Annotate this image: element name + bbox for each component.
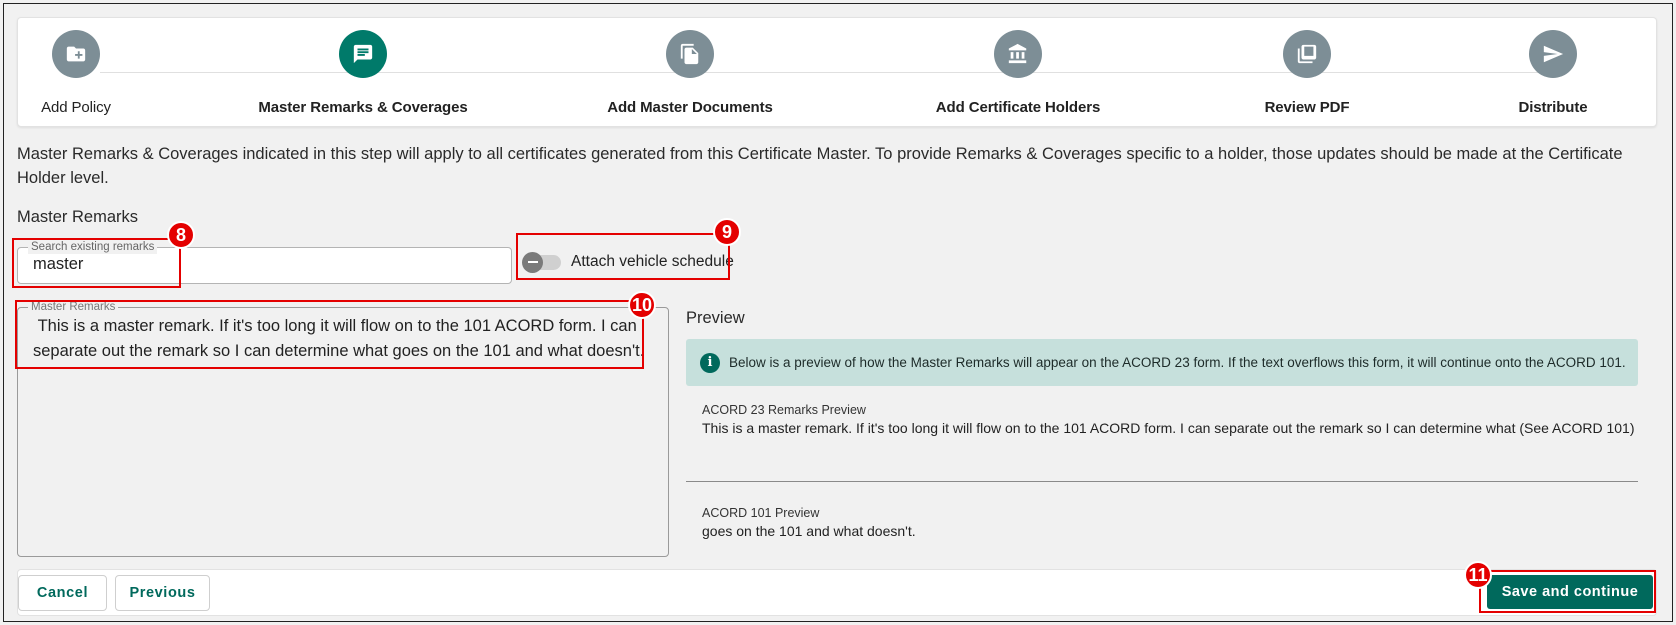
step-master-remarks[interactable]: Master Remarks & Coverages [243,30,483,116]
pdf-icon [1283,30,1331,78]
step-distribute[interactable]: Distribute [1433,30,1673,116]
info-icon: i [700,352,720,373]
annotation-box-9 [516,233,730,280]
info-text: Master Remarks & Coverages indicated in … [17,145,1623,187]
documents-icon [666,30,714,78]
previous-button[interactable]: Previous [115,575,210,611]
annotation-box-8 [12,238,181,288]
step-label: Distribute [1518,99,1588,116]
preview-title: Preview [686,309,745,327]
annotation-badge-8: 8 [167,221,195,249]
step-add-policy[interactable]: Add Policy [0,30,196,116]
send-icon [1529,30,1577,78]
annotation-badge-9: 9 [713,218,741,246]
step-add-master-documents[interactable]: Add Master Documents [570,30,810,116]
annotation-box-11 [1479,570,1656,613]
cancel-button[interactable]: Cancel [18,575,107,611]
step-label: Review PDF [1264,99,1350,116]
preview-divider [686,481,1638,482]
section-title: Master Remarks [17,208,139,226]
acord101-preview-text: goes on the 101 and what doesn't. [702,523,916,539]
footer-bar: Cancel Previous [17,569,1657,616]
step-add-certificate-holders[interactable]: Add Certificate Holders [898,30,1138,116]
folder-plus-icon [52,30,100,78]
acord23-preview-label: ACORD 23 Remarks Preview [702,403,866,417]
acord101-preview-label: ACORD 101 Preview [702,506,820,520]
annotation-badge-10: 10 [628,291,656,319]
preview-info-alert: i Below is a preview of how the Master R… [686,339,1638,386]
step-label: Add Certificate Holders [935,99,1101,116]
annotation-badge-11: 11 [1464,561,1492,589]
chat-icon [339,30,387,78]
stepper: Add Policy Master Remarks & Coverages Ad… [17,17,1657,127]
step-label: Master Remarks & Coverages [258,99,468,116]
annotation-box-10 [15,300,644,369]
acord23-preview-text: This is a master remark. If it's too lon… [702,420,1635,436]
preview-alert-text: Below is a preview of how the Master Rem… [729,355,1626,370]
step-label: Add Policy [41,99,111,116]
step-review-pdf[interactable]: Review PDF [1187,30,1427,116]
acord23-preview: ACORD 23 Remarks Preview This is a maste… [702,402,1637,439]
acord101-preview: ACORD 101 Preview goes on the 101 and wh… [702,505,1637,542]
bank-icon [994,30,1042,78]
step-label: Add Master Documents [607,99,773,116]
